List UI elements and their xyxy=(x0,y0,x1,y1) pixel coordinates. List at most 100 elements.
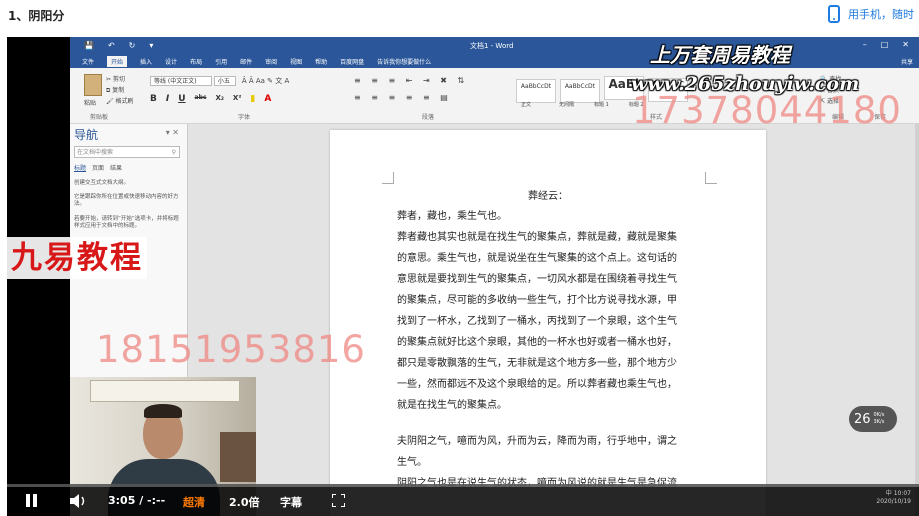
doc-line: 生气。 xyxy=(397,457,427,468)
close-icon[interactable]: ✕ xyxy=(902,40,909,49)
mobile-link-label: 用手机，随时 xyxy=(848,8,914,21)
pause-icon[interactable] xyxy=(26,494,38,507)
time-display: 3:05 / -:-- xyxy=(108,494,166,507)
highlight-button[interactable]: ▮ xyxy=(250,94,255,104)
style-no-spacing[interactable]: AaBbCcDt xyxy=(559,79,600,103)
bold-button[interactable]: B xyxy=(150,94,157,104)
share-button[interactable]: 共享 xyxy=(901,57,913,66)
align-buttons[interactable]: ≡ ≡ ≡ ≡ ≡ ▤ xyxy=(354,93,468,102)
font-group: 等线 (中文正文) 小五 Â Ǎ Aa ✎ 文 A B I U abc X₂… xyxy=(150,76,289,104)
video-player[interactable]: 💾 ↶ ↻ ▾ 文档1 - Word – □ ✕ 文件 开始 插入 设计 布局 引用 邮件 审… xyxy=(7,37,919,516)
underline-button[interactable]: U xyxy=(178,94,185,104)
document-title: 文档1 - Word xyxy=(470,42,514,50)
player-controls: 3:05 / -:-- 超清 2.0倍 字幕 中 10:07 2020/10/1… xyxy=(7,484,919,516)
margin-mark xyxy=(705,172,717,184)
style-name-no-spacing: 无间隔 xyxy=(559,102,575,108)
page-header: 1、阴阳分 用手机，随时 xyxy=(0,0,919,37)
taskbar-tray: 中 10:07 2020/10/19 xyxy=(767,490,911,506)
close-icon[interactable]: ▾ ✕ xyxy=(166,128,179,137)
superscript-button[interactable]: X² xyxy=(233,94,241,104)
ribbon-tab[interactable]: 开始 xyxy=(107,56,128,67)
list-buttons[interactable]: ≡ ≡ ≡ ⇤ ⇥ ✖ ⇅ xyxy=(354,76,468,85)
subtitles-button[interactable]: 字幕 xyxy=(280,494,302,510)
nav-search-input[interactable]: 在文档中搜索 ⚲ xyxy=(74,146,180,158)
save-icon[interactable]: 💾 xyxy=(84,41,94,50)
minimize-icon[interactable]: – xyxy=(863,40,867,49)
nav-tab-headings[interactable]: 标题 xyxy=(74,163,86,172)
vertical-scrollbar[interactable] xyxy=(915,124,919,516)
calligraphy-scroll xyxy=(90,380,240,402)
ribbon-tab[interactable]: 引用 xyxy=(215,57,227,67)
font-size-controls[interactable]: Â Ǎ Aa ✎ 文 A xyxy=(242,77,289,85)
ribbon-tab[interactable]: 邮件 xyxy=(240,57,252,67)
style-name-normal: 正文 xyxy=(521,102,532,108)
page-title: 1、阴阳分 xyxy=(8,9,65,23)
ribbon-tab[interactable]: 设计 xyxy=(165,57,177,67)
italic-button[interactable]: I xyxy=(166,94,169,104)
strikethrough-button[interactable]: abc xyxy=(195,94,207,104)
paste-button[interactable]: 粘贴 xyxy=(84,98,102,107)
word-titlebar: 💾 ↶ ↻ ▾ 文档1 - Word – □ ✕ xyxy=(70,37,919,54)
fullscreen-icon[interactable] xyxy=(332,494,345,507)
nav-tabs: 标题 页面 结果 xyxy=(74,163,122,172)
document-area[interactable]: 葬经云： 葬者，藏也，乘生气也。 葬者藏也其实也就是在找生气的聚集点，葬就是藏，藏… xyxy=(188,124,915,516)
watermark-jiuyi: 九易教程 xyxy=(7,237,147,279)
nav-tab-pages[interactable]: 页面 xyxy=(92,163,104,172)
volume-icon[interactable] xyxy=(70,493,88,509)
ribbon-tab[interactable]: 布局 xyxy=(190,57,202,67)
ribbon-tab[interactable]: 插入 xyxy=(140,57,152,67)
nav-help-text-1: 创建交互式文档大纲。 xyxy=(74,180,130,186)
ribbon-tab[interactable]: 告诉我你想要做什么 xyxy=(377,57,431,67)
playback-speed-button[interactable]: 2.0倍 xyxy=(229,494,260,510)
ribbon-tab[interactable]: 百度网盘 xyxy=(340,57,364,67)
progress-bar[interactable] xyxy=(7,484,919,487)
badge-up: 0K/s xyxy=(873,412,885,418)
mobile-link[interactable]: 用手机，随时 xyxy=(828,4,914,24)
network-speed-badge[interactable]: 26 0K/s 3K/s xyxy=(849,406,897,432)
ribbon-tabs: 文件 开始 插入 设计 布局 引用 邮件 审阅 视图 帮助 百度网盘 告诉我你想要做什么 共享 xyxy=(70,54,919,68)
doc-line: 的聚集点就好比这个泉眼，其他的一杯水也好或者一桶水也好， xyxy=(397,337,677,348)
font-name-select[interactable]: 等线 (中文正文) xyxy=(150,76,212,86)
customize-icon[interactable]: ▾ xyxy=(149,41,153,50)
clipboard-actions: ✂ 剪切 ⧉ 复制 🖌 格式刷 xyxy=(106,74,134,107)
document-page[interactable]: 葬经云： 葬者，藏也，乘生气也。 葬者藏也其实也就是在找生气的聚集点，葬就是藏，藏… xyxy=(330,130,766,516)
bookshelf xyxy=(220,432,256,482)
speed-badge-value: 26 xyxy=(854,411,871,427)
nav-help-text-3: 若要开始，请转到“开始”选项卡，并将标题样式应用于文档中的标题。 xyxy=(74,216,179,229)
ribbon-tab[interactable]: 帮助 xyxy=(315,57,327,67)
ribbon-tab[interactable]: 视图 xyxy=(290,57,302,67)
search-icon: ⚲ xyxy=(171,149,176,156)
quality-button[interactable]: 超清 xyxy=(183,494,205,510)
paste-icon[interactable] xyxy=(84,74,102,96)
font-color-button[interactable]: A xyxy=(264,94,271,104)
ribbon-tab[interactable]: 文件 xyxy=(82,57,94,67)
clipboard-group: 粘贴 xyxy=(74,70,102,107)
nav-help-text-2: 它是跟踪你所在位置或快速移动内容的好方法。 xyxy=(74,194,179,207)
margin-mark xyxy=(382,172,394,184)
doc-line: 就是在找生气的聚集点。 xyxy=(397,400,507,411)
undo-icon[interactable]: ↶ xyxy=(108,41,115,50)
tray-date: 2020/10/19 xyxy=(876,498,911,505)
watermark-phone-2: 18151953816 xyxy=(96,328,366,371)
doc-line: 意思就是要找到生气的聚集点，一切风水都是在围绕着寻找生气 xyxy=(397,274,677,285)
doc-line: 找到了一杯水，乙找到了一桶水，丙找到了一个泉眼，这个生气 xyxy=(397,316,677,327)
format-row: B I U abc X₂ X² ▮ A xyxy=(150,94,289,104)
style-name-heading-1: 标题 1 xyxy=(594,102,609,108)
nav-tab-results[interactable]: 结果 xyxy=(110,163,122,172)
copy-button[interactable]: ⧉ 复制 xyxy=(106,85,134,96)
redo-icon[interactable]: ↻ xyxy=(129,41,136,50)
cut-button[interactable]: ✂ 剪切 xyxy=(106,74,134,85)
doc-line: 一些，然而都远不及这个泉眼给的足。所以葬者藏也乘生气也， xyxy=(397,379,677,390)
font-size-select[interactable]: 小五 xyxy=(213,76,236,86)
maximize-icon[interactable]: □ xyxy=(881,40,889,49)
paragraph-group: ≡ ≡ ≡ ⇤ ⇥ ✖ ⇅ ≡ ≡ ≡ ≡ ≡ ▤ xyxy=(354,76,468,102)
subscript-button[interactable]: X₂ xyxy=(215,94,223,104)
format-painter-button[interactable]: 🖌 格式刷 xyxy=(106,96,134,107)
doc-line: 葬者藏也其实也就是在找生气的聚集点，葬就是藏，藏就是聚集 xyxy=(397,232,677,243)
doc-heading: 葬经云： xyxy=(528,191,568,202)
style-normal[interactable]: AaBbCcDt xyxy=(516,79,556,103)
ribbon-tab[interactable]: 审阅 xyxy=(265,57,277,67)
paragraph-label: 段落 xyxy=(422,114,435,121)
doc-line: 的聚集点，尽可能的多收纳一些生气，打个比方说寻找水源，甲 xyxy=(397,295,677,306)
watermark-site: www.265zhouyiw.com xyxy=(631,73,860,95)
